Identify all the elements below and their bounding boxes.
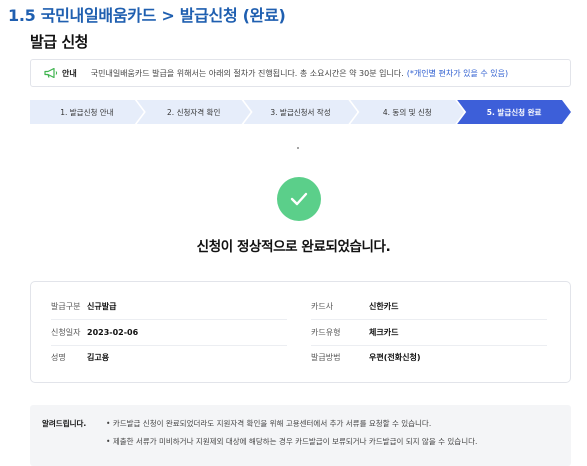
detail-value: 우편(전화신청) bbox=[369, 352, 421, 362]
detail-label: 카드사 bbox=[311, 301, 334, 311]
detail-value: 신한카드 bbox=[369, 301, 399, 311]
step-1: 1. 발급신청 안내 bbox=[30, 100, 144, 124]
progress-steps: 1. 발급신청 안내 2. 신청자격 확인 3. 발급신청서 작성 4. 동의 … bbox=[30, 100, 571, 124]
row-divider bbox=[51, 345, 287, 346]
step-label: 2. 신청자격 확인 bbox=[167, 107, 221, 117]
row-divider bbox=[51, 319, 287, 320]
notice-footer: 알려드립니다. • 카드발급 신청이 완료되었더라도 지원자격 확인을 위해 고… bbox=[30, 405, 571, 466]
detail-value: 2023-02-06 bbox=[87, 327, 139, 337]
step-2: 2. 신청자격 확인 bbox=[137, 100, 251, 124]
page-title: 발급 신청 bbox=[30, 33, 88, 51]
notice-text: 국민내일배움카드 발급을 위해서는 아래의 절차가 진행됩니다. 총 소요시간은… bbox=[90, 68, 404, 78]
detail-card-type: 카드유형 체크카드 bbox=[311, 324, 398, 340]
step-4: 4. 동의 및 신청 bbox=[350, 100, 464, 124]
detail-issue-method: 발급방법 우편(전화신청) bbox=[311, 349, 420, 365]
step-label: 5. 발급신청 완료 bbox=[486, 107, 542, 117]
document-heading: 1.5 국민내일배움카드 > 발급신청 (완료) bbox=[8, 6, 286, 25]
notice-box: 안내 국민내일배움카드 발급을 위해서는 아래의 절차가 진행됩니다. 총 소요… bbox=[30, 59, 571, 87]
notice-hint: (*개인별 편차가 있을 수 있음) bbox=[406, 68, 509, 78]
decorative-dot bbox=[297, 147, 299, 149]
detail-label: 신청일자 bbox=[51, 327, 81, 337]
footer-item-text: 제출한 서류가 미비하거나 지원제외 대상에 해당하는 경우 카드발급이 보류되… bbox=[112, 437, 478, 446]
step-label: 4. 동의 및 신청 bbox=[382, 107, 432, 117]
notice-label: 안내 bbox=[62, 68, 77, 78]
step-5-current: 5. 발급신청 완료 bbox=[457, 100, 571, 124]
row-divider bbox=[311, 345, 547, 346]
detail-label: 성명 bbox=[51, 352, 66, 362]
footer-title: 알려드립니다. bbox=[42, 419, 87, 428]
detail-apply-date: 신청일자 2023-02-06 bbox=[51, 324, 138, 340]
success-message: 신청이 정상적으로 완료되었습니다. bbox=[196, 239, 391, 255]
application-details-card: 발급구분 신규발급 신청일자 2023-02-06 성명 김고용 카드사 신한카… bbox=[30, 281, 571, 383]
step-3: 3. 발급신청서 작성 bbox=[244, 100, 358, 124]
detail-issue-type: 발급구분 신규발급 bbox=[51, 298, 116, 314]
detail-label: 카드유형 bbox=[311, 327, 341, 337]
detail-value: 김고용 bbox=[87, 352, 110, 362]
step-label: 3. 발급신청서 작성 bbox=[270, 107, 331, 117]
step-label: 1. 발급신청 안내 bbox=[60, 107, 114, 117]
detail-name: 성명 김고용 bbox=[51, 349, 109, 365]
row-divider bbox=[311, 319, 547, 320]
footer-item: • 제출한 서류가 미비하거나 지원제외 대상에 해당하는 경우 카드발급이 보… bbox=[106, 437, 478, 446]
megaphone-icon bbox=[44, 68, 58, 78]
footer-item: • 카드발급 신청이 완료되었더라도 지원자격 확인을 위해 고용센터에서 추가… bbox=[106, 419, 432, 428]
detail-card-company: 카드사 신한카드 bbox=[311, 298, 398, 314]
check-icon bbox=[290, 192, 308, 206]
footer-item-text: 카드발급 신청이 완료되었더라도 지원자격 확인을 위해 고용센터에서 추가 서… bbox=[112, 419, 432, 428]
success-badge bbox=[277, 177, 321, 221]
detail-value: 신규발급 bbox=[87, 301, 117, 311]
detail-label: 발급방법 bbox=[311, 352, 341, 362]
detail-label: 발급구분 bbox=[51, 301, 81, 311]
detail-value: 체크카드 bbox=[369, 327, 399, 337]
